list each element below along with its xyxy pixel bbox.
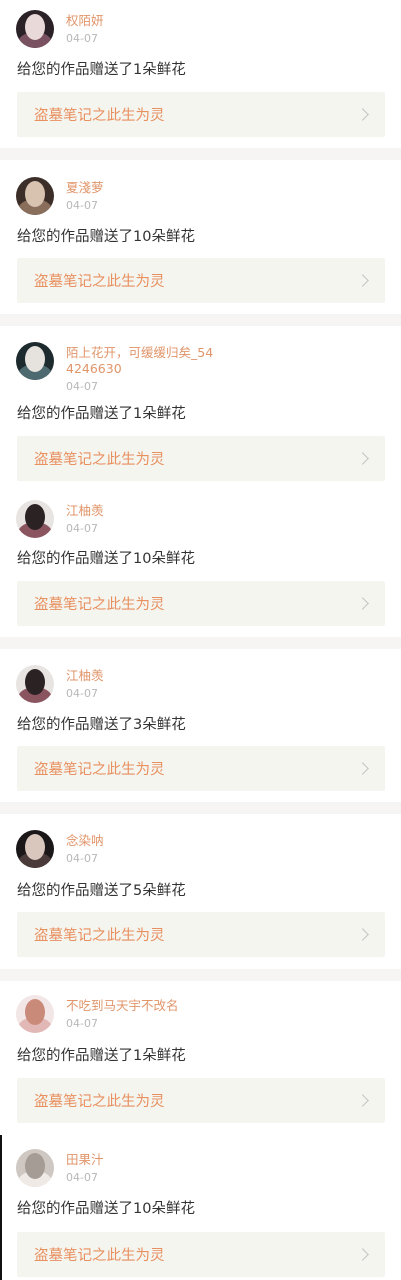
user-row: 江柚羡 04-07 [16, 500, 104, 538]
gift-date: 04-07 [66, 1017, 98, 1030]
user-row: 田果汁 04-07 [16, 1149, 104, 1187]
user-meta: 不吃到马天宇不改名 04-07 [66, 995, 179, 1031]
work-link-button[interactable]: 盗墓笔记之此生为灵 [17, 1232, 385, 1277]
user-meta: 权陌妍 04-07 [66, 10, 104, 46]
avatar[interactable] [16, 500, 54, 538]
gift-message: 给您的作品赠送了1朵鲜花 [17, 406, 186, 422]
avatar[interactable] [16, 10, 54, 48]
section-divider [0, 969, 401, 981]
gift-message: 给您的作品赠送了1朵鲜花 [17, 1048, 186, 1064]
gift-date: 04-07 [66, 522, 98, 535]
username[interactable]: 夏淺萝 [66, 180, 104, 196]
user-meta: 田果汁 04-07 [66, 1149, 104, 1185]
gift-message: 给您的作品赠送了5朵鲜花 [17, 883, 186, 899]
user-meta: 江柚羡 04-07 [66, 665, 104, 701]
username[interactable]: 陌上花开，可缓缓归矣_544246630 [66, 345, 216, 377]
gift-message: 给您的作品赠送了10朵鲜花 [17, 229, 195, 245]
username[interactable]: 田果汁 [66, 1152, 104, 1168]
gift-card: 江柚羡 04-07 给您的作品赠送了10朵鲜花盗墓笔记之此生为灵 [0, 492, 401, 637]
gift-card: 江柚羡 04-07 给您的作品赠送了3朵鲜花 盗墓笔记之此生为灵 [0, 649, 401, 802]
edge-line [0, 1135, 2, 1280]
work-link-button[interactable]: 盗墓笔记之此生为灵 [17, 436, 385, 481]
user-row: 权陌妍 04-07 [16, 10, 104, 48]
gift-date: 04-07 [66, 199, 98, 212]
username[interactable]: 不吃到马天宇不改名 [66, 998, 179, 1014]
section-divider [0, 637, 401, 649]
section-divider [0, 314, 401, 326]
user-meta: 陌上花开，可缓缓归矣_544246630 04-07 [66, 342, 216, 394]
username[interactable]: 江柚羡 [66, 503, 104, 519]
gift-date: 04-07 [66, 852, 98, 865]
work-title: 盗墓笔记之此生为灵 [34, 274, 165, 290]
gift-card: 夏淺萝 04-07 给您的作品赠送了10朵鲜花盗墓笔记之此生为灵 [0, 160, 401, 314]
chevron-right-icon [356, 108, 369, 121]
gift-date: 04-07 [66, 1171, 98, 1184]
work-link-button[interactable]: 盗墓笔记之此生为灵 [17, 92, 385, 137]
section-divider [0, 802, 401, 814]
gift-message: 给您的作品赠送了3朵鲜花 [17, 717, 186, 733]
chevron-right-icon [356, 1094, 369, 1107]
avatar[interactable] [16, 830, 54, 868]
avatar[interactable] [16, 1149, 54, 1187]
gift-message: 给您的作品赠送了1朵鲜花 [17, 62, 186, 78]
gift-date: 04-07 [66, 380, 98, 393]
gift-message: 给您的作品赠送了10朵鲜花 [17, 1201, 195, 1217]
work-title: 盗墓笔记之此生为灵 [34, 1248, 165, 1264]
user-meta: 念染呐 04-07 [66, 830, 104, 866]
chevron-right-icon [356, 597, 369, 610]
work-title: 盗墓笔记之此生为灵 [34, 597, 165, 613]
user-row: 江柚羡 04-07 [16, 665, 104, 703]
avatar[interactable] [16, 177, 54, 215]
user-row: 陌上花开，可缓缓归矣_544246630 04-07 [16, 342, 216, 394]
gift-card: 权陌妍 04-07 给您的作品赠送了1朵鲜花 盗墓笔记之此生为灵 [0, 0, 401, 148]
work-title: 盗墓笔记之此生为灵 [34, 1094, 165, 1110]
chevron-right-icon [356, 762, 369, 775]
chevron-right-icon [356, 274, 369, 287]
user-meta: 夏淺萝 04-07 [66, 177, 104, 213]
avatar[interactable] [16, 665, 54, 703]
work-link-button[interactable]: 盗墓笔记之此生为灵 [17, 1078, 385, 1123]
work-link-button[interactable]: 盗墓笔记之此生为灵 [17, 912, 385, 957]
chevron-right-icon [356, 928, 369, 941]
work-link-button[interactable]: 盗墓笔记之此生为灵 [17, 746, 385, 791]
gift-card: 陌上花开，可缓缓归矣_544246630 04-07 给您的作品赠送了1朵鲜花 盗墓笔… [0, 326, 401, 492]
username[interactable]: 权陌妍 [66, 13, 104, 29]
user-meta: 江柚羡 04-07 [66, 500, 104, 536]
work-title: 盗墓笔记之此生为灵 [34, 108, 165, 124]
username[interactable]: 念染呐 [66, 833, 104, 849]
gift-date: 04-07 [66, 687, 98, 700]
work-link-button[interactable]: 盗墓笔记之此生为灵 [17, 581, 385, 626]
user-row: 不吃到马天宇不改名 04-07 [16, 995, 179, 1033]
work-title: 盗墓笔记之此生为灵 [34, 762, 165, 778]
chevron-right-icon [356, 452, 369, 465]
work-link-button[interactable]: 盗墓笔记之此生为灵 [17, 258, 385, 303]
work-title: 盗墓笔记之此生为灵 [34, 928, 165, 944]
gift-feed: 权陌妍 04-07 给您的作品赠送了1朵鲜花 盗墓笔记之此生为灵 夏淺萝 04-07 给您的… [0, 0, 401, 1280]
user-row: 夏淺萝 04-07 [16, 177, 104, 215]
gift-card: 念染呐 04-07 给您的作品赠送了5朵鲜花 盗墓笔记之此生为灵 [0, 814, 401, 969]
section-divider [0, 148, 401, 160]
work-title: 盗墓笔记之此生为灵 [34, 452, 165, 468]
gift-card: 田果汁 04-07 给您的作品赠送了10朵鲜花盗墓笔记之此生为灵 [0, 1135, 401, 1280]
gift-card: 不吃到马天宇不改名 04-07 给您的作品赠送了1朵鲜花 盗墓笔记之此生为灵 [0, 981, 401, 1135]
user-row: 念染呐 04-07 [16, 830, 104, 868]
chevron-right-icon [356, 1248, 369, 1261]
gift-date: 04-07 [66, 32, 98, 45]
avatar[interactable] [16, 342, 54, 380]
gift-message: 给您的作品赠送了10朵鲜花 [17, 551, 195, 567]
avatar[interactable] [16, 995, 54, 1033]
username[interactable]: 江柚羡 [66, 668, 104, 684]
